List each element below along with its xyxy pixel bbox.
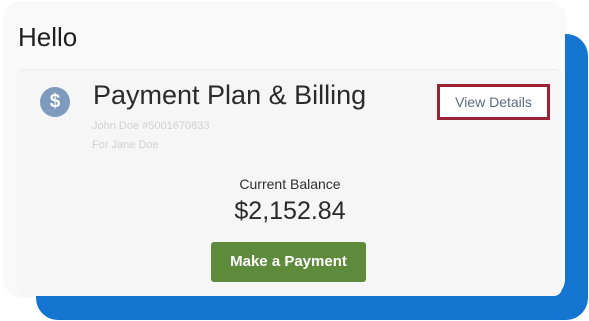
greeting-heading: Hello: [18, 22, 78, 52]
make-payment-button[interactable]: Make a Payment: [211, 242, 366, 282]
view-details-button[interactable]: View Details: [437, 84, 550, 120]
payment-plan-title: Payment Plan & Billing: [93, 80, 367, 110]
account-for-line: For Jane Doe: [92, 139, 159, 151]
current-balance-amount: $2,152.84: [234, 197, 346, 225]
current-balance-label: Current Balance: [239, 176, 341, 192]
dollar-sign-icon: $: [40, 87, 70, 117]
account-holder-line: John Doe #5001670833: [92, 120, 210, 132]
